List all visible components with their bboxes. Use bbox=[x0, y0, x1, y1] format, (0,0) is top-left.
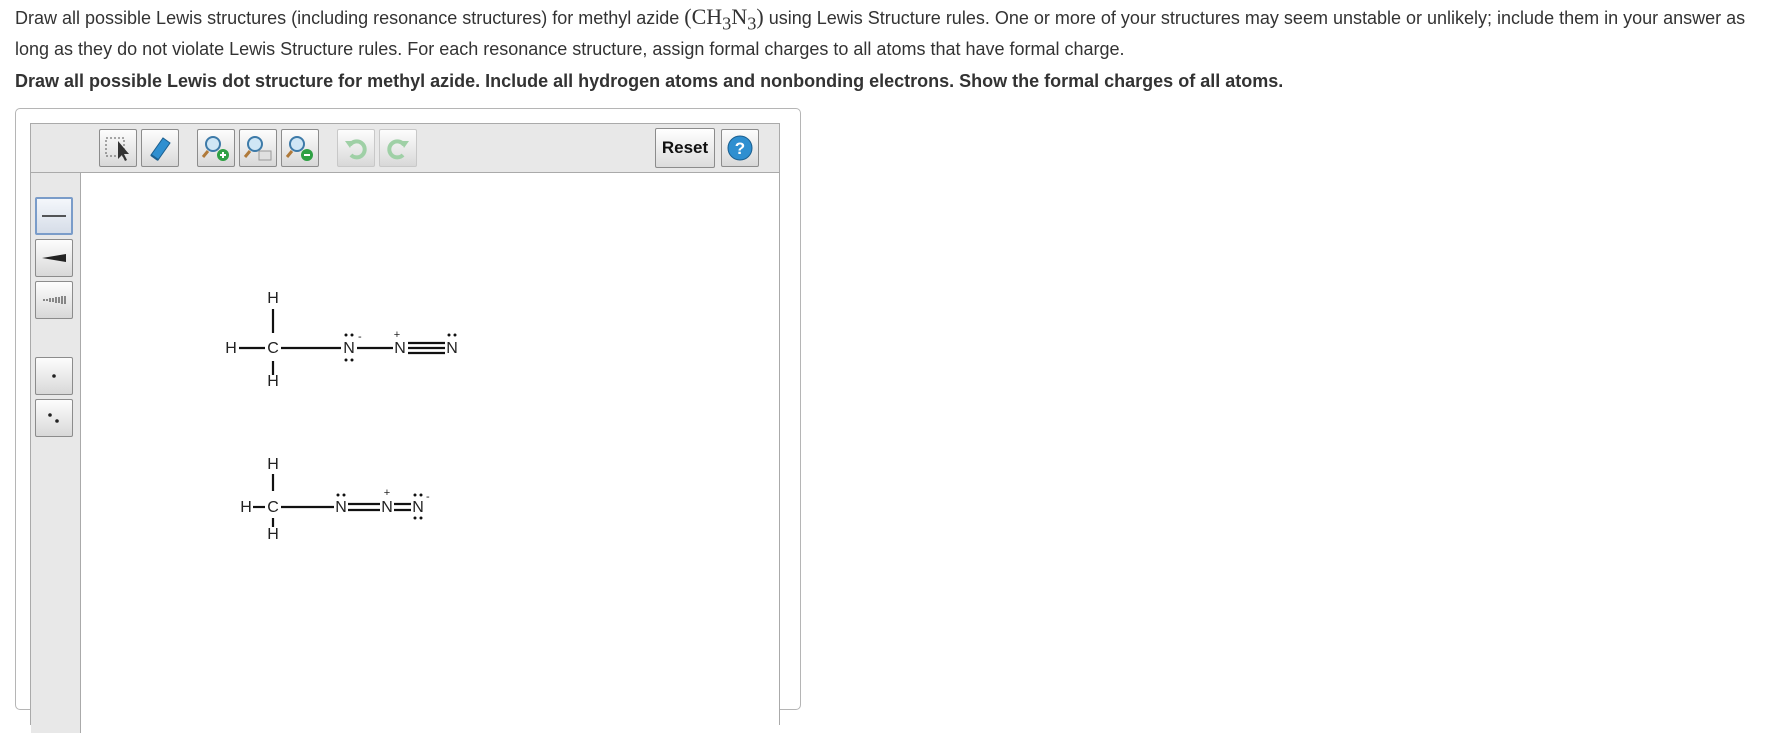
eraser-tool-button[interactable] bbox=[141, 129, 179, 167]
electron-pair-icon bbox=[48, 413, 59, 423]
undo-icon bbox=[345, 139, 367, 160]
drawing-widget: Reset ? H H C H N N N - + H H C H N N N … bbox=[15, 108, 801, 733]
help-icon: ? bbox=[727, 135, 753, 161]
lone-pairs-2 bbox=[336, 493, 423, 520]
eraser-icon bbox=[150, 137, 171, 161]
electron-pair-button[interactable] bbox=[35, 399, 73, 437]
atom-n3: N bbox=[446, 340, 458, 357]
formula-sub1: 3 bbox=[722, 13, 732, 34]
charge-n1: - bbox=[358, 331, 362, 343]
atom-h-bottom-2: H bbox=[267, 526, 279, 543]
structure-editor: Reset ? H H C H N N N - + H H C H N N N … bbox=[30, 123, 780, 733]
help-button[interactable]: ? bbox=[721, 129, 759, 167]
atom-h-left: H bbox=[225, 340, 237, 357]
atom-c: C bbox=[267, 340, 279, 357]
select-tool-button[interactable] bbox=[99, 129, 137, 167]
hash-bond-icon bbox=[43, 296, 66, 304]
zoom-reset-button[interactable] bbox=[239, 129, 277, 167]
help-glyph: ? bbox=[735, 139, 745, 158]
structure-2: H H C H N N N + - bbox=[240, 456, 430, 543]
select-icon bbox=[105, 137, 129, 161]
structure-1: H H C H N N N - + bbox=[225, 290, 458, 390]
redo-button[interactable] bbox=[379, 129, 417, 167]
charge-n3-2: - bbox=[426, 491, 430, 503]
zoom-in-icon bbox=[201, 136, 229, 161]
question-prefix: Draw all possible Lewis structures (incl… bbox=[15, 8, 685, 28]
atom-n1: N bbox=[343, 340, 355, 357]
atom-n2: N bbox=[394, 340, 406, 357]
atom-h-bottom: H bbox=[267, 373, 279, 390]
zoom-out-button[interactable] bbox=[281, 129, 319, 167]
zoom-out-icon bbox=[285, 136, 313, 161]
atom-n2-2: N bbox=[381, 499, 393, 516]
single-bond-button[interactable] bbox=[35, 197, 73, 235]
atom-h-top-2: H bbox=[267, 456, 279, 473]
atom-n1-2: N bbox=[335, 499, 347, 516]
wedge-bond-icon bbox=[42, 254, 66, 262]
atom-n3-2: N bbox=[412, 499, 424, 516]
instruction-text: Draw all possible Lewis dot structure fo… bbox=[15, 71, 1284, 91]
single-electron-icon bbox=[52, 374, 56, 378]
charge-n2-2: + bbox=[384, 487, 390, 499]
charge-n2: + bbox=[394, 329, 400, 341]
drawing-canvas[interactable]: H H C H N N N - + H H C H N N N + - bbox=[81, 173, 779, 733]
zoom-reset-icon bbox=[243, 136, 272, 161]
lewis-structures: H H C H N N N - + H H C H N N N + - bbox=[225, 290, 458, 543]
redo-icon bbox=[387, 139, 409, 160]
atom-c-2: C bbox=[267, 499, 279, 516]
hash-bond-button[interactable] bbox=[35, 281, 73, 319]
formula-open: (CH bbox=[684, 4, 723, 29]
atom-h-top: H bbox=[267, 290, 279, 307]
atom-h-left-2: H bbox=[240, 499, 252, 516]
wedge-bond-button[interactable] bbox=[35, 239, 73, 277]
formula: (CH3N3) bbox=[684, 4, 764, 33]
formula-mid: N bbox=[731, 4, 748, 29]
reset-button[interactable]: Reset bbox=[655, 128, 715, 168]
editor-toolbar: Reset ? bbox=[31, 124, 779, 173]
undo-button[interactable] bbox=[337, 129, 375, 167]
question-text: Draw all possible Lewis structures (incl… bbox=[15, 4, 1765, 62]
single-electron-button[interactable] bbox=[35, 357, 73, 395]
single-bond-icon bbox=[42, 215, 66, 217]
zoom-in-button[interactable] bbox=[197, 129, 235, 167]
formula-close: ) bbox=[756, 4, 764, 29]
left-toolbar bbox=[31, 173, 81, 733]
